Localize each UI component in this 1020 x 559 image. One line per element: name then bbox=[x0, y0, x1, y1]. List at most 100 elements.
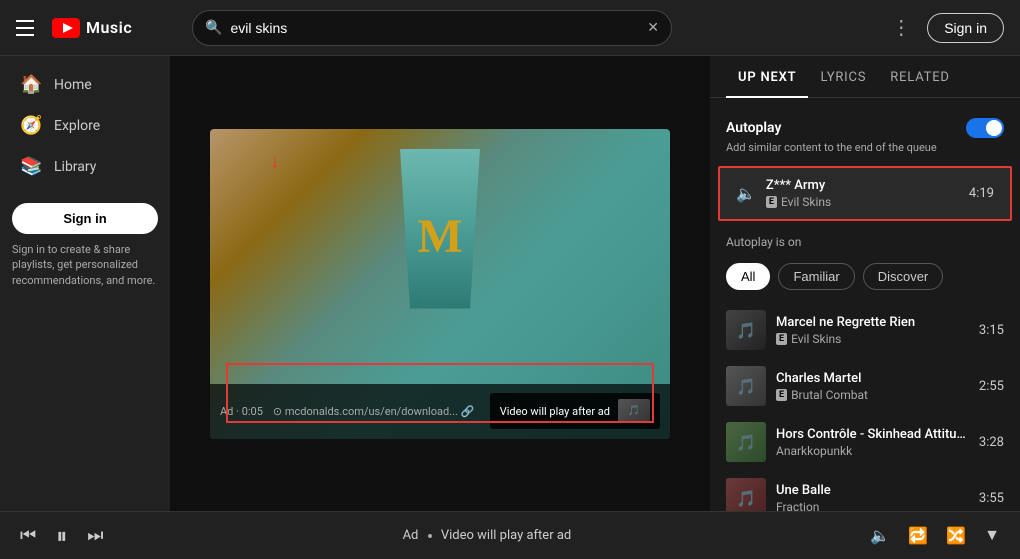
queue-item-title: Une Balle bbox=[776, 483, 969, 498]
sidebar-label-library: Library bbox=[54, 159, 96, 175]
sidebar-label-home: Home bbox=[54, 77, 92, 93]
artist-name: Evil Skins bbox=[791, 332, 841, 346]
queue-item-info: Une Balle Fraction bbox=[776, 483, 969, 512]
chip-discover[interactable]: Discover bbox=[863, 263, 944, 290]
topbar: Music 🔍 ✕ ⋮ Sign in bbox=[0, 0, 1020, 56]
playback-controls: ⏮ ⏸ ⏭ bbox=[16, 519, 107, 553]
previous-button[interactable]: ⏮ bbox=[16, 521, 40, 550]
mini-thumb-icon: 🎵 bbox=[628, 406, 640, 417]
topbar-right: ⋮ Sign in bbox=[887, 11, 1004, 44]
queue-item-info: Charles Martel E Brutal Combat bbox=[776, 371, 969, 402]
bottom-bar: ⏮ ⏸ ⏭ Ad Video will play after ad 🔈 🔁 🔀 … bbox=[0, 511, 1020, 559]
mini-thumbnail: 🎵 bbox=[618, 399, 650, 423]
video-thumbnail[interactable]: M ↓ Ad · 0:05 ⊙ mcdonalds.com/us/en/down… bbox=[210, 129, 670, 439]
queue-item-artist: Fraction bbox=[776, 500, 969, 512]
explicit-badge: E bbox=[766, 196, 777, 208]
explicit-badge: E bbox=[776, 389, 787, 401]
pause-button[interactable]: ⏸ bbox=[52, 519, 71, 553]
queue-item-duration: 2:55 bbox=[979, 379, 1004, 394]
sidebar-signin-button[interactable]: Sign in bbox=[12, 203, 158, 234]
player-area: M ↓ Ad · 0:05 ⊙ mcdonalds.com/us/en/down… bbox=[170, 56, 710, 511]
right-panel: UP NEXT LYRICS RELATED Autoplay Add simi… bbox=[710, 56, 1020, 511]
clear-search-icon[interactable]: ✕ bbox=[647, 20, 659, 36]
volume-button[interactable]: 🔈 bbox=[866, 522, 894, 550]
sidebar-item-library[interactable]: 📚 Library bbox=[0, 146, 170, 187]
queue-item-duration: 3:55 bbox=[979, 491, 1004, 506]
more-options-button[interactable]: ⋮ bbox=[887, 11, 915, 44]
queue-item-thumbnail: 🎵 bbox=[726, 422, 766, 462]
right-playback-controls: 🔈 🔁 🔀 ▼ bbox=[866, 522, 1004, 550]
now-playing-info: Z*** Army E Evil Skins bbox=[766, 178, 959, 209]
next-button[interactable]: ⏭ bbox=[83, 521, 107, 550]
artist-name: Anarkkopunkk bbox=[776, 444, 852, 458]
chip-familiar[interactable]: Familiar bbox=[778, 263, 854, 290]
repeat-button[interactable]: 🔁 bbox=[904, 522, 932, 550]
thumb-icon: 🎵 bbox=[736, 321, 756, 340]
youtube-music-logo bbox=[52, 18, 80, 38]
tab-related[interactable]: RELATED bbox=[878, 56, 961, 97]
shuffle-button[interactable]: 🔀 bbox=[942, 522, 970, 550]
queue-item[interactable]: 🎵 Hors Contrôle - Skinhead Attitude Anar… bbox=[718, 414, 1012, 470]
queue-item-artist: E Evil Skins bbox=[776, 332, 969, 346]
queue-item-thumbnail: 🎵 bbox=[726, 366, 766, 406]
sidebar-signin-area: Sign in Sign in to create & share playli… bbox=[12, 203, 158, 288]
queue-item[interactable]: 🎵 Marcel ne Regrette Rien E Evil Skins 3… bbox=[718, 302, 1012, 358]
thumb-icon: 🎵 bbox=[736, 489, 756, 508]
queue-item-info: Hors Contrôle - Skinhead Attitude Anarkk… bbox=[776, 427, 969, 458]
chip-all[interactable]: All bbox=[726, 263, 770, 290]
sidebar: 🏠 Home 🧭 Explore 📚 Library Sign in Sign … bbox=[0, 56, 170, 511]
queue-item[interactable]: 🎵 Charles Martel E Brutal Combat 2:55 bbox=[718, 358, 1012, 414]
artist-name: Fraction bbox=[776, 500, 819, 512]
video-will-play-text: Video will play after ad bbox=[500, 405, 610, 418]
status-text: Video will play after ad bbox=[441, 528, 571, 543]
video-will-play-box: Video will play after ad 🎵 bbox=[490, 393, 660, 429]
search-input[interactable] bbox=[230, 20, 639, 36]
ad-bar: Ad · 0:05 ⊙ mcdonalds.com/us/en/download… bbox=[210, 384, 670, 439]
thumb-icon: 🎵 bbox=[736, 377, 756, 396]
annotation-arrow-down: ↓ bbox=[270, 149, 280, 174]
queue-item-duration: 3:15 bbox=[979, 323, 1004, 338]
search-icon: 🔍 bbox=[205, 20, 222, 36]
queue-item-duration: 3:28 bbox=[979, 435, 1004, 450]
queue-item-thumbnail: 🎵 bbox=[726, 478, 766, 511]
autoplay-description: Add similar content to the end of the qu… bbox=[726, 141, 1004, 154]
thumb-icon: 🎵 bbox=[736, 433, 756, 452]
sidebar-item-explore[interactable]: 🧭 Explore bbox=[0, 105, 170, 146]
queue-item-thumbnail: 🎵 bbox=[726, 310, 766, 350]
filter-chips: All Familiar Discover bbox=[710, 259, 1020, 302]
now-playing-artist-name: Evil Skins bbox=[781, 195, 831, 209]
ad-timer-text: Ad · 0:05 bbox=[220, 405, 263, 418]
app-title: Music bbox=[86, 18, 132, 37]
queue-item-artist: Anarkkopunkk bbox=[776, 444, 969, 458]
queue-list: 🎵 Marcel ne Regrette Rien E Evil Skins 3… bbox=[710, 302, 1020, 511]
video-container: M ↓ Ad · 0:05 ⊙ mcdonalds.com/us/en/down… bbox=[170, 56, 710, 511]
artist-name: Brutal Combat bbox=[791, 388, 868, 402]
hamburger-icon[interactable] bbox=[16, 16, 40, 40]
queue-item[interactable]: 🎵 Une Balle Fraction 3:55 bbox=[718, 470, 1012, 511]
now-playing-title: Z*** Army bbox=[766, 178, 959, 193]
sidebar-item-home[interactable]: 🏠 Home bbox=[0, 64, 170, 105]
now-playing-row[interactable]: 🔈 Z*** Army E Evil Skins 4:19 bbox=[718, 166, 1012, 221]
sidebar-label-explore: Explore bbox=[54, 118, 100, 134]
queue-expand-button[interactable]: ▼ bbox=[980, 523, 1004, 549]
queue-item-title: Marcel ne Regrette Rien bbox=[776, 315, 969, 330]
logo-area[interactable]: Music bbox=[52, 18, 132, 38]
now-playing-speaker-icon: 🔈 bbox=[736, 184, 756, 203]
explicit-badge: E bbox=[776, 333, 787, 345]
autoplay-toggle[interactable] bbox=[966, 118, 1004, 138]
search-bar: 🔍 ✕ bbox=[192, 10, 672, 46]
sidebar-signin-description: Sign in to create & share playlists, get… bbox=[12, 242, 158, 288]
tab-up-next[interactable]: UP NEXT bbox=[726, 56, 808, 97]
now-playing-duration: 4:19 bbox=[969, 186, 994, 201]
now-playing-wrapper: 🔈 Z*** Army E Evil Skins 4:19 bbox=[710, 166, 1020, 221]
now-playing-artist: E Evil Skins bbox=[766, 195, 959, 209]
explore-icon: 🧭 bbox=[20, 115, 40, 136]
signin-button-topbar[interactable]: Sign in bbox=[927, 13, 1004, 43]
ad-status-bar: Ad Video will play after ad bbox=[123, 528, 850, 543]
main-content: 🏠 Home 🧭 Explore 📚 Library Sign in Sign … bbox=[0, 56, 1020, 511]
toggle-knob bbox=[986, 120, 1002, 136]
tab-lyrics[interactable]: LYRICS bbox=[808, 56, 878, 97]
autoplay-is-on-text: Autoplay is on bbox=[710, 229, 1020, 259]
queue-item-info: Marcel ne Regrette Rien E Evil Skins bbox=[776, 315, 969, 346]
topbar-left: Music bbox=[16, 16, 176, 40]
